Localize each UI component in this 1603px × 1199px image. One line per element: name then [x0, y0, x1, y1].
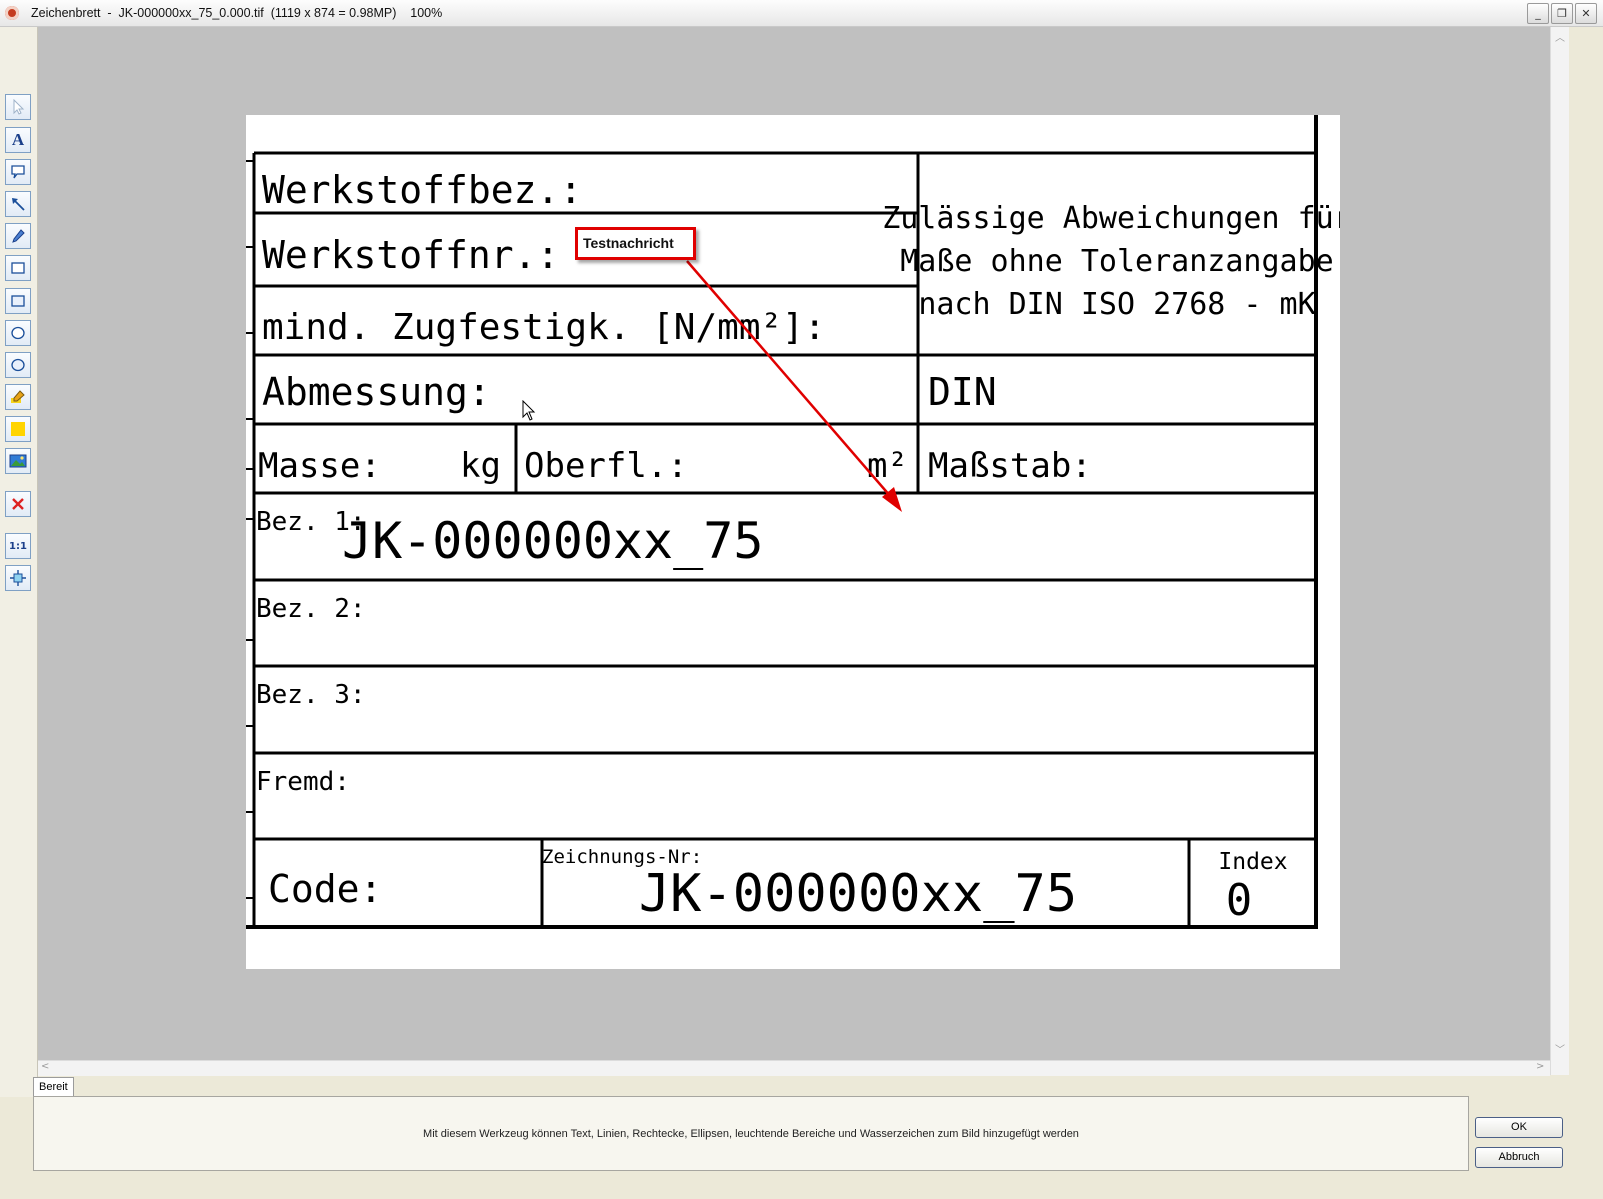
horizontal-scrollbar[interactable]: < >	[38, 1060, 1550, 1076]
window-title-bar: Zeichenbrett - JK-000000xx_75_0.000.tif …	[0, 0, 1603, 27]
close-button[interactable]: ✕	[1575, 3, 1597, 24]
scroll-right-icon[interactable]: >	[1536, 1061, 1544, 1072]
tool-info-text: Mit diesem Werkzeug können Text, Linien,…	[423, 1127, 1079, 1140]
filled-ellipse-tool-icon[interactable]	[5, 352, 31, 378]
pen-tool-icon[interactable]	[5, 223, 31, 249]
delete-icon[interactable]	[5, 491, 31, 517]
scroll-left-icon[interactable]: <	[41, 1061, 49, 1072]
zoom-1-1-icon[interactable]: 1:1	[5, 533, 31, 559]
highlighter-tool-icon[interactable]	[5, 384, 31, 410]
app-icon	[5, 6, 19, 20]
vertical-scrollbar[interactable]: ︿ ﹀	[1550, 27, 1569, 1075]
tab-bereit[interactable]: Bereit	[33, 1077, 74, 1096]
scroll-down-icon[interactable]: ﹀	[1555, 1041, 1565, 1056]
info-panel: Mit diesem Werkzeug können Text, Linien,…	[33, 1096, 1469, 1171]
ellipse-tool-icon[interactable]	[5, 320, 31, 346]
rectangle-tool-icon[interactable]	[5, 255, 31, 281]
highlight-area-tool-icon[interactable]	[5, 416, 31, 442]
window-title: Zeichenbrett - JK-000000xx_75_0.000.tif …	[31, 6, 443, 20]
window-controls: _ ❐ ✕	[1527, 3, 1597, 24]
watermark-image-tool-icon[interactable]	[5, 448, 31, 474]
select-arrow-icon[interactable]	[5, 94, 31, 120]
annotation-callout[interactable]: Testnachricht	[575, 227, 696, 260]
arrow-line-tool-icon[interactable]	[5, 191, 31, 217]
minimize-button[interactable]: _	[1527, 3, 1549, 24]
restore-button[interactable]: ❐	[1551, 3, 1573, 24]
fit-to-window-icon[interactable]	[5, 565, 31, 591]
drawing-canvas[interactable]: Werkstoffbez.: Werkstoffnr.: mind. Zugfe…	[38, 27, 1550, 1060]
filled-rectangle-tool-icon[interactable]	[5, 288, 31, 314]
annotation-arrow[interactable]	[38, 27, 1550, 1060]
cancel-button[interactable]: Abbruch	[1475, 1147, 1563, 1168]
mouse-cursor-icon	[522, 400, 536, 421]
text-tool-icon[interactable]: A	[5, 127, 31, 153]
callout-tool-icon[interactable]	[5, 159, 31, 185]
ok-button[interactable]: OK	[1475, 1117, 1563, 1138]
drawing-toolbar: A 1:1	[0, 27, 38, 1097]
scroll-up-icon[interactable]: ︿	[1555, 29, 1565, 44]
